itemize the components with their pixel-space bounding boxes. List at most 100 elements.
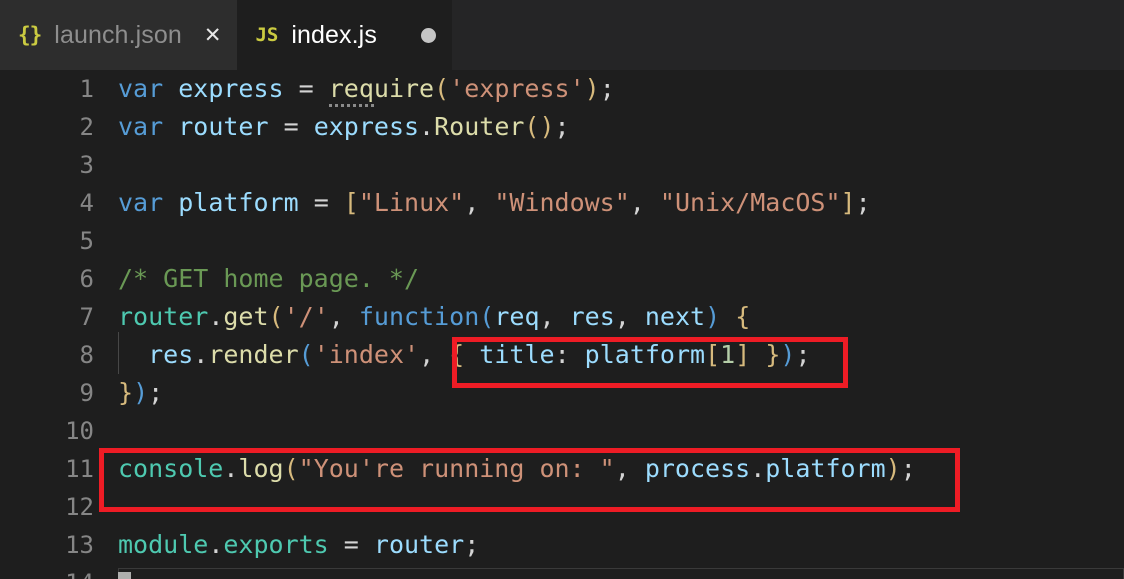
code-token: [ bbox=[705, 340, 721, 369]
code-token: . bbox=[208, 302, 224, 331]
code-token: [ bbox=[343, 188, 359, 217]
code-line[interactable]: 11 console.log("You're running on: ", pro… bbox=[0, 450, 1124, 488]
code-token: , bbox=[539, 302, 570, 331]
code-token: . bbox=[419, 112, 435, 141]
code-token: . bbox=[750, 454, 766, 483]
code-token: ; bbox=[795, 340, 811, 369]
code-token: ) bbox=[133, 378, 149, 407]
close-icon[interactable]: ✕ bbox=[204, 24, 222, 46]
code-token: ) bbox=[885, 454, 901, 483]
code-line[interactable]: 5 bbox=[0, 222, 1124, 260]
code-line-content[interactable] bbox=[94, 564, 1124, 579]
code-token: , bbox=[629, 188, 660, 217]
code-token: , bbox=[614, 454, 645, 483]
code-line[interactable]: 7 router.get('/', function(req, res, next… bbox=[0, 298, 1124, 336]
code-token: express bbox=[178, 74, 284, 103]
line-number: 5 bbox=[79, 227, 94, 255]
code-line-content[interactable]: res.render('index', { title: platform[1]… bbox=[94, 336, 1124, 374]
code-token: platform bbox=[178, 188, 299, 217]
code-line-content[interactable]: var express = require('express'); bbox=[94, 70, 1124, 108]
tab-launch-json[interactable]: {} launch.json ✕ bbox=[0, 0, 238, 70]
code-token: = bbox=[328, 530, 374, 559]
code-token: var bbox=[118, 112, 164, 141]
code-token: /* GET home page. */ bbox=[118, 264, 420, 293]
line-number: 10 bbox=[65, 417, 94, 445]
code-token: } bbox=[118, 378, 134, 407]
code-line[interactable]: 9}); bbox=[0, 374, 1124, 412]
code-token: "Windows" bbox=[494, 188, 630, 217]
code-token: router bbox=[118, 302, 209, 331]
code-line-content[interactable] bbox=[94, 146, 1124, 184]
code-line[interactable]: 4 var platform = ["Linux", "Windows", "Un… bbox=[0, 184, 1124, 222]
code-token: ) bbox=[780, 340, 796, 369]
code-line[interactable]: 14 bbox=[0, 564, 1124, 579]
code-line-content[interactable] bbox=[94, 412, 1124, 450]
indent-guide bbox=[118, 332, 119, 374]
code-token: = bbox=[283, 74, 329, 103]
code-token: router bbox=[373, 530, 465, 559]
code-token: ( bbox=[283, 454, 299, 483]
code-token: module bbox=[118, 530, 209, 559]
code-token: log bbox=[238, 454, 284, 483]
code-line[interactable]: 1 var express = require('express'); bbox=[0, 70, 1124, 108]
code-line-content[interactable]: router.get('/', function(req, res, next)… bbox=[94, 298, 1124, 336]
line-number: 2 bbox=[79, 113, 94, 141]
code-token: { bbox=[449, 340, 465, 369]
tab-label: index.js bbox=[291, 20, 377, 49]
code-line[interactable]: 3 bbox=[0, 146, 1124, 184]
line-number: 1 bbox=[79, 75, 94, 103]
code-line-content[interactable]: var platform = ["Linux", "Windows", "Uni… bbox=[94, 184, 1124, 222]
code-token: ) bbox=[584, 74, 600, 103]
tab-index-js[interactable]: JS index.js bbox=[237, 0, 452, 70]
code-token: . bbox=[193, 340, 209, 369]
code-token: req bbox=[328, 74, 374, 107]
code-token: ) bbox=[539, 112, 555, 141]
code-line-content[interactable]: /* GET home page. */ bbox=[94, 260, 1124, 298]
code-line-content[interactable]: }); bbox=[94, 374, 1124, 412]
code-token: ( bbox=[268, 302, 284, 331]
code-line[interactable]: 8 res.render('index', { title: platform[… bbox=[0, 336, 1124, 374]
line-number: 3 bbox=[79, 151, 94, 179]
code-token: ( bbox=[479, 302, 495, 331]
code-token: Router bbox=[434, 112, 525, 141]
code-token: router bbox=[178, 112, 269, 141]
code-line-content[interactable]: module.exports = router; bbox=[94, 526, 1124, 564]
code-token: ; bbox=[148, 378, 164, 407]
code-token: . bbox=[223, 454, 239, 483]
code-line[interactable]: 12 bbox=[0, 488, 1124, 526]
code-token: get bbox=[223, 302, 269, 331]
code-token: '/' bbox=[283, 302, 329, 331]
code-line[interactable]: 2 var router = express.Router(); bbox=[0, 108, 1124, 146]
line-number: 13 bbox=[65, 531, 94, 559]
code-token: . bbox=[208, 530, 224, 559]
code-token: next bbox=[644, 302, 706, 331]
editor-tab-bar: {} launch.json ✕ JS index.js bbox=[0, 0, 1124, 70]
code-editor[interactable]: 1 var express = require('express'); 2 var r… bbox=[0, 70, 1124, 579]
code-line-content[interactable] bbox=[94, 222, 1124, 260]
code-token: var bbox=[118, 188, 164, 217]
code-line[interactable]: 10 bbox=[0, 412, 1124, 450]
code-token: uire bbox=[373, 74, 435, 103]
code-line-content[interactable] bbox=[94, 488, 1124, 526]
code-token: , bbox=[328, 302, 359, 331]
code-token: = bbox=[298, 188, 344, 217]
code-token: = bbox=[268, 112, 314, 141]
code-token: : bbox=[554, 340, 585, 369]
code-line[interactable]: 13 module.exports = router; bbox=[0, 526, 1124, 564]
code-token: "Linux" bbox=[358, 188, 465, 217]
code-token: "Unix/MacOS" bbox=[659, 188, 841, 217]
code-line-content[interactable]: console.log("You're running on: ", proce… bbox=[94, 450, 1124, 488]
code-token: console bbox=[118, 454, 224, 483]
code-token: var bbox=[118, 74, 164, 103]
unsaved-changes-dot-icon[interactable] bbox=[420, 27, 436, 43]
code-line-content[interactable]: var router = express.Router(); bbox=[94, 108, 1124, 146]
line-number: 14 bbox=[0, 564, 94, 579]
code-token: ( bbox=[434, 74, 450, 103]
code-token: ; bbox=[855, 188, 871, 217]
code-token: 'express' bbox=[449, 74, 585, 103]
code-line[interactable]: 6 /* GET home page. */ bbox=[0, 260, 1124, 298]
code-token: res bbox=[148, 340, 194, 369]
